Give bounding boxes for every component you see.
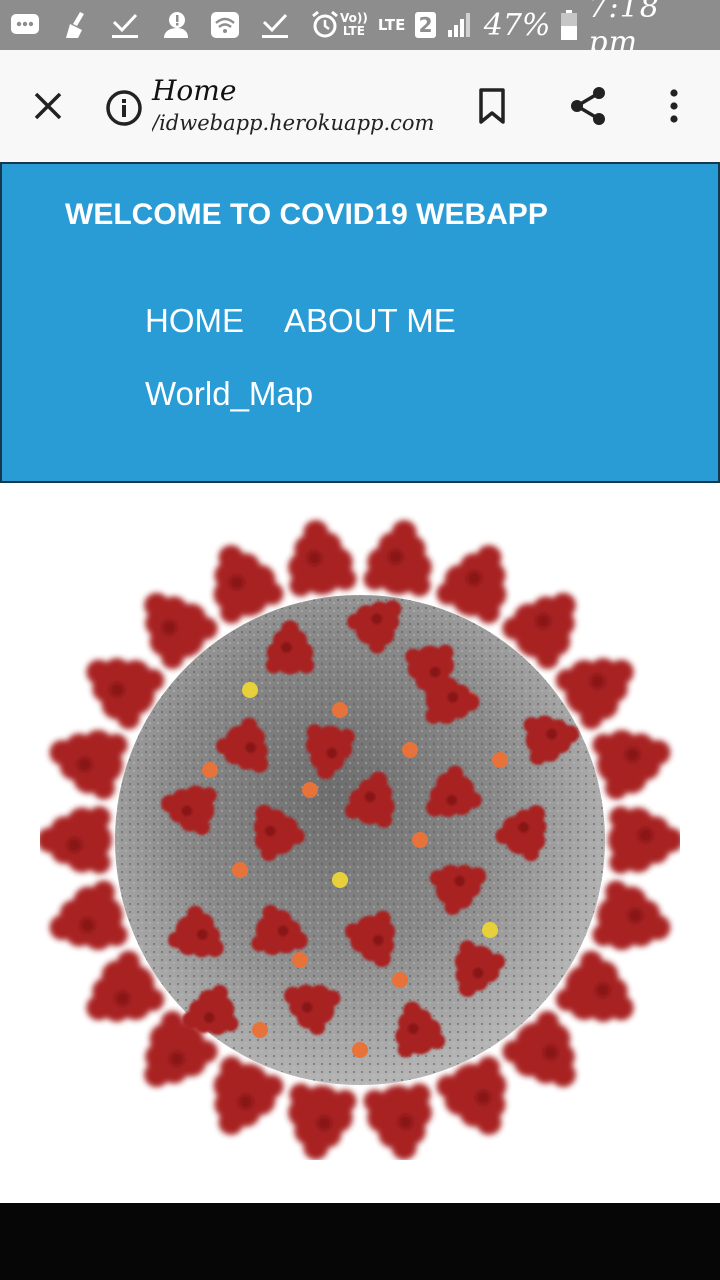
spike-protein: [363, 520, 432, 597]
surface-protein: [252, 1022, 268, 1038]
status-bar: Vo)) LTE LTE 2 47% 7:18 pm: [0, 0, 720, 60]
cleaner-broom-icon: [60, 10, 90, 40]
page-url: /idwebapp.herokuapp.com: [152, 111, 435, 135]
message-icon: [10, 12, 40, 38]
page-title: Home: [152, 74, 237, 107]
close-tab-button[interactable]: [24, 82, 72, 130]
spike-protein: [592, 880, 671, 951]
spike-protein: [37, 806, 112, 874]
info-icon: [106, 90, 142, 126]
spike-protein: [608, 806, 683, 874]
site-info-button[interactable]: [102, 86, 146, 130]
user-alert-icon: [160, 10, 190, 40]
address-bar[interactable]: Home /idwebapp.herokuapp.com: [152, 74, 452, 138]
surface-protein: [332, 872, 348, 888]
browser-toolbar: Home /idwebapp.herokuapp.com: [0, 50, 720, 162]
system-navigation-bar: [0, 1203, 720, 1280]
surface-protein: [332, 702, 348, 718]
surface-protein: [242, 682, 258, 698]
surface-protein: [402, 742, 418, 758]
spike-protein: [288, 1083, 357, 1160]
check-download-icon-2: [260, 10, 290, 40]
nav-world-map-link[interactable]: World_Map: [145, 375, 313, 413]
surface-protein: [352, 1042, 368, 1058]
lte-label: LTE: [377, 15, 406, 34]
surface-protein: [392, 972, 408, 988]
surface-protein: [492, 752, 508, 768]
spike-protein: [49, 729, 128, 800]
more-vert-icon: [670, 89, 678, 123]
bookmark-icon: [479, 88, 505, 124]
surface-protein: [412, 832, 428, 848]
site-header: WELCOME TO COVID19 WEBAPP HOME ABOUT ME …: [0, 162, 720, 483]
surface-protein: [202, 762, 218, 778]
spike-protein: [49, 880, 128, 951]
volte-label: Vo)) LTE: [340, 11, 368, 38]
bookmark-button[interactable]: [468, 82, 516, 130]
coronavirus-illustration-icon: [37, 520, 683, 1160]
coronavirus-image: [37, 510, 683, 1160]
alarm-icon: [310, 10, 340, 40]
battery-icon: [560, 9, 578, 41]
site-title: WELCOME TO COVID19 WEBAPP: [65, 198, 548, 231]
status-icons-left: [10, 10, 340, 40]
spike-protein: [363, 1083, 432, 1160]
close-icon: [34, 92, 62, 120]
signal-icon: [446, 12, 474, 38]
surface-protein: [482, 922, 498, 938]
sim-slot-badge: 2: [415, 12, 436, 38]
surface-protein: [292, 952, 308, 968]
surface-protein: [302, 782, 318, 798]
nav-about-me-link[interactable]: ABOUT ME: [284, 302, 456, 340]
spike-protein: [592, 729, 671, 800]
spike-protein: [288, 520, 357, 597]
check-download-icon: [110, 10, 140, 40]
surface-protein: [232, 862, 248, 878]
share-button[interactable]: [564, 82, 612, 130]
more-options-button[interactable]: [652, 82, 696, 130]
battery-percent: 47%: [483, 7, 551, 43]
nav-home-link[interactable]: HOME: [145, 302, 244, 340]
share-icon: [571, 87, 605, 125]
wifi-icon: [210, 10, 240, 40]
